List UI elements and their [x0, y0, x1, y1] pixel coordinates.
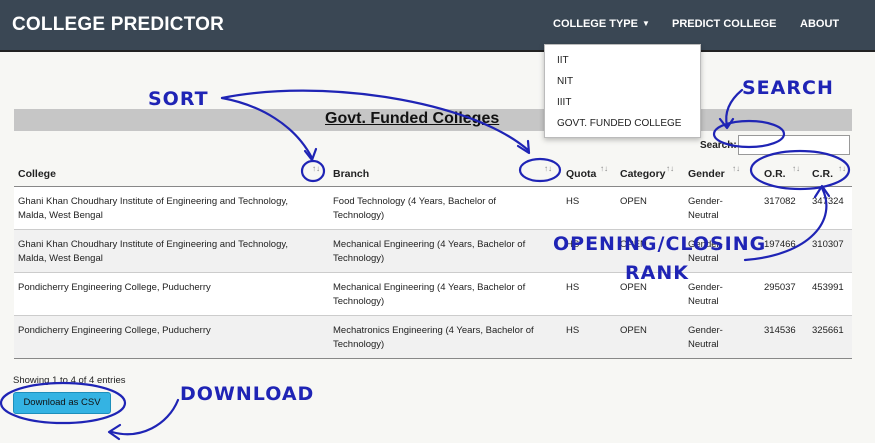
sort-arrowhead-right: [516, 139, 531, 155]
sort-arrowhead-left: [303, 147, 318, 162]
caret-down-icon: ▼: [641, 19, 650, 28]
cell-branch: Mechanical Engineering (4 Years, Bachelo…: [333, 239, 526, 264]
annotation-search: SEARCH: [742, 77, 834, 99]
cell-gender: Gender- Neutral: [688, 239, 723, 264]
cell-category: OPEN: [620, 325, 647, 336]
annotation-download: DOWNLOAD: [180, 383, 314, 405]
brand-title[interactable]: COLLEGE PREDICTOR: [12, 14, 224, 36]
cell-cr: 310307: [812, 239, 844, 250]
header-branch[interactable]: Branch: [333, 168, 369, 180]
cell-quota: HS: [566, 282, 580, 293]
sort-icon[interactable]: ↑↓: [666, 164, 674, 173]
cell-category: OPEN: [620, 239, 647, 250]
header-college[interactable]: College: [18, 168, 56, 180]
dropdown-item-iiit[interactable]: IIIT: [557, 97, 571, 108]
header-cr[interactable]: C.R.: [812, 168, 833, 180]
cell-or: 317082: [764, 196, 796, 207]
annotation-sort: SORT: [148, 88, 209, 110]
dropdown-item-govt-funded[interactable]: GOVT. FUNDED COLLEGE: [557, 118, 681, 129]
sort-icon[interactable]: ↑↓: [838, 164, 846, 173]
search-input[interactable]: [738, 135, 850, 155]
cell-category: OPEN: [620, 282, 647, 293]
dropdown-item-iit[interactable]: IIT: [557, 55, 569, 66]
download-csv-button[interactable]: Download as CSV: [13, 392, 111, 414]
page-title: Govt. Funded Colleges: [325, 110, 500, 127]
cell-branch: Food Technology (4 Years, Bachelor of Tec…: [333, 196, 497, 221]
cell-gender: Gender- Neutral: [688, 282, 723, 307]
header-quota[interactable]: Quota: [566, 168, 596, 180]
cell-gender: Gender- Neutral: [688, 325, 723, 350]
download-arrow: [110, 398, 180, 436]
cell-branch: Mechanical Engineering (4 Years, Bachelo…: [333, 282, 526, 307]
sort-icon[interactable]: ↑↓: [312, 164, 320, 173]
cell-cr: 325661: [812, 325, 844, 336]
cell-college: Pondicherry Engineering College, Puduche…: [18, 282, 211, 293]
sort-circle-branch: [518, 157, 562, 183]
cell-college: Pondicherry Engineering College, Puduche…: [18, 325, 211, 336]
cell-college: Ghani Khan Choudhary Institute of Engine…: [18, 196, 289, 221]
cell-or: 314536: [764, 325, 796, 336]
sort-icon[interactable]: ↑↓: [732, 164, 740, 173]
cell-branch: Mechatronics Engineering (4 Years, Bache…: [333, 325, 534, 350]
header-category[interactable]: Category: [620, 168, 666, 180]
cell-quota: HS: [566, 239, 580, 250]
header-gender[interactable]: Gender: [688, 168, 725, 180]
sort-icon[interactable]: ↑↓: [792, 164, 800, 173]
cell-gender: Gender- Neutral: [688, 196, 723, 221]
cell-quota: HS: [566, 325, 580, 336]
sort-icon[interactable]: ↑↓: [600, 164, 608, 173]
header-or[interactable]: O.R.: [764, 168, 786, 180]
cell-cr: 347324: [812, 196, 844, 207]
cell-category: OPEN: [620, 196, 647, 207]
navbar: COLLEGE PREDICTOR COLLEGE TYPE ▼ PREDICT …: [0, 0, 875, 52]
cell-or: 295037: [764, 282, 796, 293]
download-arrowhead: [107, 423, 122, 441]
table-bottom-border: [14, 358, 852, 359]
college-type-menu[interactable]: COLLEGE TYPE ▼: [553, 18, 650, 30]
entries-info: Showing 1 to 4 of 4 entries: [13, 375, 126, 386]
predict-college-link[interactable]: PREDICT COLLEGE: [672, 18, 777, 30]
search-label: Search:: [700, 140, 737, 151]
cell-or: 197466: [764, 239, 796, 250]
dropdown-item-nit[interactable]: NIT: [557, 76, 573, 87]
cell-quota: HS: [566, 196, 580, 207]
college-type-dropdown: IIT NIT IIIT GOVT. FUNDED COLLEGE: [544, 44, 701, 138]
cell-cr: 453991: [812, 282, 844, 293]
about-link[interactable]: ABOUT: [800, 18, 839, 30]
college-type-label: COLLEGE TYPE: [553, 18, 638, 30]
sort-icon[interactable]: ↑↓: [544, 164, 552, 173]
cell-college: Ghani Khan Choudhary Institute of Engine…: [18, 239, 289, 264]
